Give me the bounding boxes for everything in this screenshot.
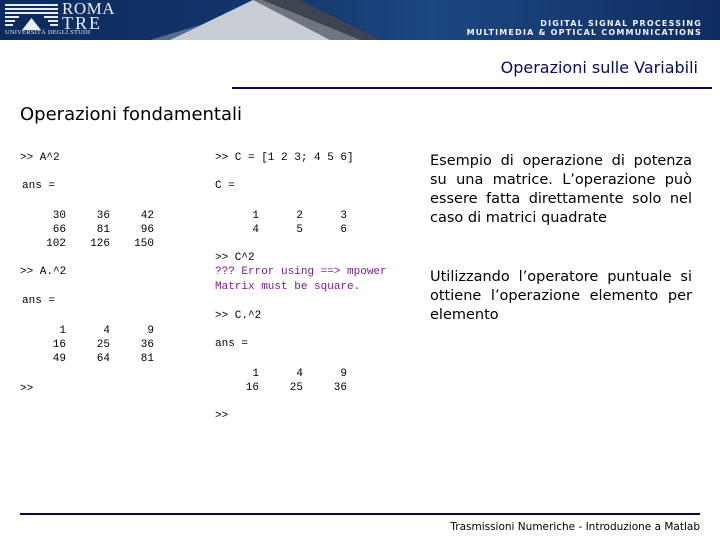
matrix-cell: 25 — [289, 382, 303, 394]
error-message-line-1: ??? Error using ==> mpower — [215, 266, 387, 278]
logo-university-text: UNIVERSITÀ DEGLI STUDI — [5, 29, 91, 36]
footer-text: Trasmissioni Numeriche - Introduzione a … — [450, 521, 700, 533]
command-a-elementwise-power: >> A.^2 — [20, 266, 67, 278]
brand-line-2: MULTIMEDIA & OPTICAL COMMUNICATIONS — [466, 28, 702, 37]
brand-line-1: DIGITAL SIGNAL PROCESSING — [540, 19, 702, 28]
matrix-row: 30 36 42 — [22, 209, 154, 223]
c-label: C = — [215, 180, 235, 192]
command-c-power: >> C^2 — [215, 252, 255, 264]
section-divider — [232, 87, 712, 89]
matrix-cell: 81 — [140, 353, 154, 365]
matrix-row: 1 4 9 — [215, 367, 347, 381]
matrix-cell: 96 — [140, 224, 154, 236]
matrix-row: 102 126 150 — [22, 237, 154, 251]
command-c-elementwise-power: >> C.^2 — [215, 310, 262, 322]
matrix-cell: 2 — [296, 210, 303, 222]
matrix-row: 1 4 9 — [22, 324, 154, 338]
matrix-cell: 150 — [134, 238, 154, 250]
matrix-cell: 9 — [147, 325, 154, 337]
matrix-cell: 102 — [46, 238, 66, 250]
matrix-cell: 4 — [296, 368, 303, 380]
command-prompt: >> — [20, 383, 34, 395]
matrix-cell: 25 — [96, 339, 110, 351]
matrix-cell: 9 — [340, 368, 347, 380]
ans-label: ans = — [215, 338, 249, 350]
matrix-cell: 1 — [59, 325, 66, 337]
matrix-c: 1 2 3 4 5 6 — [215, 209, 347, 237]
footer-divider — [20, 513, 700, 515]
matrix-cell: 36 — [333, 382, 347, 394]
matrix-row: 16 25 36 — [22, 338, 154, 352]
result-matrix-a-elementwise: 1 4 9 16 25 36 49 64 81 — [22, 324, 154, 366]
matrix-cell: 5 — [296, 224, 303, 236]
matrix-row: 16 25 36 — [215, 381, 347, 395]
result-matrix-c-elementwise: 1 4 9 16 25 36 — [215, 367, 347, 395]
matrix-row: 1 2 3 — [215, 209, 347, 223]
matrix-cell: 3 — [340, 210, 347, 222]
error-message-line-2: Matrix must be square. — [215, 281, 361, 293]
matrix-cell: 49 — [52, 353, 66, 365]
matrix-cell: 16 — [52, 339, 66, 351]
matrix-row: 49 64 81 — [22, 352, 154, 366]
section-title: Operazioni sulle Variabili — [500, 58, 698, 77]
matrix-cell: 6 — [340, 224, 347, 236]
matrix-cell: 126 — [90, 238, 110, 250]
ans-label: ans = — [22, 295, 56, 307]
ans-label: ans = — [22, 180, 56, 192]
header-banner: ROMA TRE UNIVERSITÀ DEGLI STUDI DIGITAL … — [0, 0, 720, 40]
command-define-c: >> C = [1 2 3; 4 5 6] — [215, 152, 354, 164]
matrix-cell: 1 — [252, 368, 259, 380]
matrix-cell: 81 — [96, 224, 110, 236]
matrix-cell: 4 — [252, 224, 259, 236]
matrix-row: 4 5 6 — [215, 223, 347, 237]
command-prompt: >> — [215, 410, 229, 422]
matrix-cell: 16 — [245, 382, 259, 394]
matrix-cell: 36 — [96, 210, 110, 222]
description-power: Esempio di operazione di potenza su una … — [430, 153, 692, 226]
matrix-cell: 4 — [103, 325, 110, 337]
description-elementwise: Utilizzando l’operatore puntuale si otti… — [430, 269, 692, 323]
matrix-cell: 36 — [140, 339, 154, 351]
matrix-cell: 66 — [52, 224, 66, 236]
page-title: Operazioni fondamentali — [20, 104, 243, 125]
result-matrix-a-power: 30 36 42 66 81 96 102 126 150 — [22, 209, 154, 251]
matrix-cell: 1 — [252, 210, 259, 222]
matrix-row: 66 81 96 — [22, 223, 154, 237]
matrix-cell: 64 — [96, 353, 110, 365]
matrix-cell: 42 — [140, 210, 154, 222]
matrix-cell: 30 — [52, 210, 66, 222]
command-a-power: >> A^2 — [20, 152, 60, 164]
